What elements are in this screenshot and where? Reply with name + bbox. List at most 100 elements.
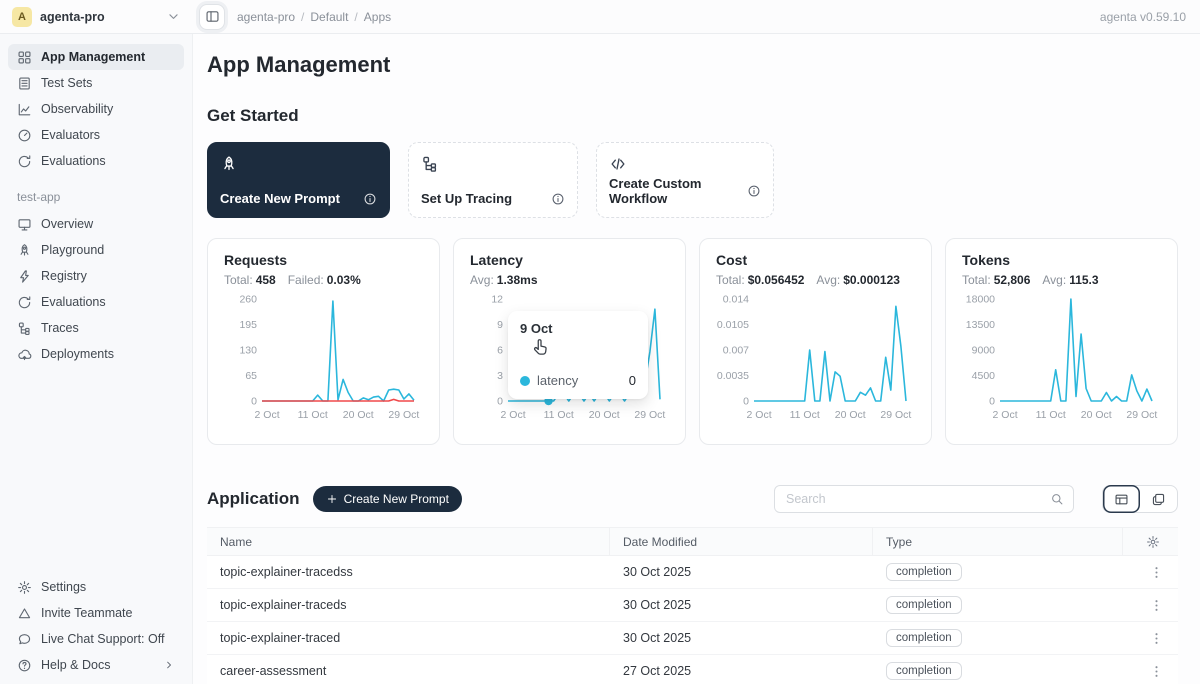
sidebar-item-overview[interactable]: Overview xyxy=(8,211,184,237)
stat-value: $0.000123 xyxy=(843,273,900,287)
kebab-menu-icon[interactable] xyxy=(1149,664,1164,679)
column-header-date-modified[interactable]: Date Modified xyxy=(610,528,873,555)
column-header-settings xyxy=(1123,528,1178,555)
gear-icon[interactable] xyxy=(1146,535,1160,549)
sidebar-item-observability[interactable]: Observability xyxy=(8,96,184,122)
column-header-type[interactable]: Type xyxy=(873,528,1123,555)
traces-icon xyxy=(17,321,32,336)
requests-chart[interactable]: 0651301952602 Oct11 Oct20 Oct29 Oct xyxy=(224,291,423,430)
sidebar-item-deployments[interactable]: Deployments xyxy=(8,341,184,367)
card-view-button[interactable] xyxy=(1140,485,1177,513)
svg-text:0.014: 0.014 xyxy=(723,294,749,306)
svg-text:195: 195 xyxy=(239,319,257,331)
sidebar-item-live-chat-support-off[interactable]: Live Chat Support: Off xyxy=(8,626,184,652)
test-sets-icon xyxy=(17,76,32,91)
search-icon[interactable] xyxy=(1050,492,1064,506)
breadcrumb-item-project[interactable]: Default xyxy=(310,10,348,24)
view-toggle xyxy=(1102,485,1178,513)
chart-title: Requests xyxy=(224,252,423,268)
sidebar-item-evaluations[interactable]: Evaluations xyxy=(8,148,184,174)
app-name-cell: career-assessment xyxy=(207,664,610,678)
info-icon[interactable] xyxy=(747,184,761,198)
sidebar-item-help-docs[interactable]: Help & Docs xyxy=(8,652,184,678)
kebab-menu-icon[interactable] xyxy=(1149,598,1164,613)
sidebar-item-test-sets[interactable]: Test Sets xyxy=(8,70,184,96)
observability-icon xyxy=(17,102,32,117)
breadcrumb-item-workspace[interactable]: agenta-pro xyxy=(237,10,295,24)
sidebar-item-evaluations[interactable]: Evaluations xyxy=(8,289,184,315)
date-modified-cell: 27 Oct 2025 xyxy=(610,664,873,678)
top-bar: A agenta-pro agenta-pro / Default / Apps… xyxy=(0,0,1200,34)
table-row[interactable]: topic-explainer-tracedss 30 Oct 2025 com… xyxy=(207,556,1178,589)
svg-text:65: 65 xyxy=(245,370,257,382)
app-name-cell: topic-explainer-traced xyxy=(207,631,610,645)
table-row[interactable]: career-assessment 27 Oct 2025 completion xyxy=(207,655,1178,684)
tokens-chart-card: Tokens Total:52,806 Avg:115.3 0450090001… xyxy=(945,238,1178,445)
chart-stats: Total:52,806 Avg:115.3 xyxy=(962,273,1161,287)
kebab-menu-icon[interactable] xyxy=(1149,565,1164,580)
table-view-button[interactable] xyxy=(1103,485,1140,513)
sidebar-item-settings[interactable]: Settings xyxy=(8,574,184,600)
stat-value: $0.056452 xyxy=(748,273,805,287)
stat-label: Total: xyxy=(224,273,253,287)
column-header-name[interactable]: Name xyxy=(207,528,610,555)
svg-text:2 Oct: 2 Oct xyxy=(993,409,1018,421)
sidebar-item-registry[interactable]: Registry xyxy=(8,263,184,289)
breadcrumb-item-page[interactable]: Apps xyxy=(364,10,391,24)
info-icon[interactable] xyxy=(363,192,377,206)
sidebar-item-app-management[interactable]: App Management xyxy=(8,44,184,70)
svg-text:29 Oct: 29 Oct xyxy=(388,409,419,421)
workspace-switcher[interactable]: A agenta-pro xyxy=(0,0,193,33)
svg-text:2 Oct: 2 Oct xyxy=(501,409,526,421)
evaluations-icon xyxy=(17,295,32,310)
breadcrumb-separator: / xyxy=(301,10,304,24)
date-modified-cell: 30 Oct 2025 xyxy=(610,565,873,579)
set-up-tracing-card[interactable]: Set Up Tracing xyxy=(408,142,578,218)
version-label: agenta v0.59.10 xyxy=(1100,10,1200,24)
breadcrumb-area: agenta-pro / Default / Apps xyxy=(193,4,1100,30)
cost-chart[interactable]: 00.00350.0070.01050.0142 Oct11 Oct20 Oct… xyxy=(716,291,915,430)
create-new-prompt-button[interactable]: Create New Prompt xyxy=(313,486,462,512)
sidebar-item-evaluators[interactable]: Evaluators xyxy=(8,122,184,148)
cursor-pointer-icon xyxy=(530,337,552,359)
stat-label: Avg: xyxy=(470,273,494,287)
table-row[interactable]: topic-explainer-traced 30 Oct 2025 compl… xyxy=(207,622,1178,655)
sidebar-toggle-button[interactable] xyxy=(199,4,225,30)
sidebar-group-label: test-app xyxy=(17,190,175,204)
main-content: App Management Get Started Create New Pr… xyxy=(193,34,1200,684)
tokens-chart[interactable]: 04500900013500180002 Oct11 Oct20 Oct29 O… xyxy=(962,291,1161,430)
info-icon[interactable] xyxy=(551,192,565,206)
page-title: App Management xyxy=(207,52,1178,78)
date-modified-cell: 30 Oct 2025 xyxy=(610,631,873,645)
stat-value: 1.38ms xyxy=(497,273,538,287)
svg-text:6: 6 xyxy=(497,345,503,357)
series-requests xyxy=(262,301,414,401)
sidebar-item-traces[interactable]: Traces xyxy=(8,315,184,341)
type-badge: completion xyxy=(886,662,962,680)
svg-text:11 Oct: 11 Oct xyxy=(1036,409,1066,421)
tooltip-date: 9 Oct xyxy=(520,321,636,336)
stat-label: Avg: xyxy=(1042,273,1066,287)
app-root: A agenta-pro agenta-pro / Default / Apps… xyxy=(0,0,1200,684)
sidebar-item-playground[interactable]: Playground xyxy=(8,237,184,263)
create-custom-workflow-card[interactable]: Create Custom Workflow xyxy=(596,142,774,218)
lightning-icon xyxy=(17,269,32,284)
chart-tooltip: 9 Oct latency 0 xyxy=(508,311,648,399)
chart-stats: Avg:1.38ms xyxy=(470,273,669,287)
kebab-menu-icon[interactable] xyxy=(1149,631,1164,646)
svg-text:11 Oct: 11 Oct xyxy=(790,409,820,421)
chat-icon xyxy=(17,632,32,647)
sidebar-item-invite-teammate[interactable]: Invite Teammate xyxy=(8,600,184,626)
type-badge: completion xyxy=(886,629,962,647)
svg-text:13500: 13500 xyxy=(966,319,995,331)
create-new-prompt-card[interactable]: Create New Prompt xyxy=(207,142,390,218)
card-label: Create Custom Workflow xyxy=(609,176,747,206)
table-row[interactable]: topic-explainer-traceds 30 Oct 2025 comp… xyxy=(207,589,1178,622)
traces-icon xyxy=(421,155,439,173)
search-input[interactable] xyxy=(784,491,1050,507)
svg-text:12: 12 xyxy=(491,294,503,306)
svg-text:0: 0 xyxy=(989,396,995,408)
app-name-cell: topic-explainer-traceds xyxy=(207,598,610,612)
sidebar-bottom-nav: Settings Invite Teammate Live Chat Suppo… xyxy=(8,574,184,678)
gauge-icon xyxy=(17,128,32,143)
